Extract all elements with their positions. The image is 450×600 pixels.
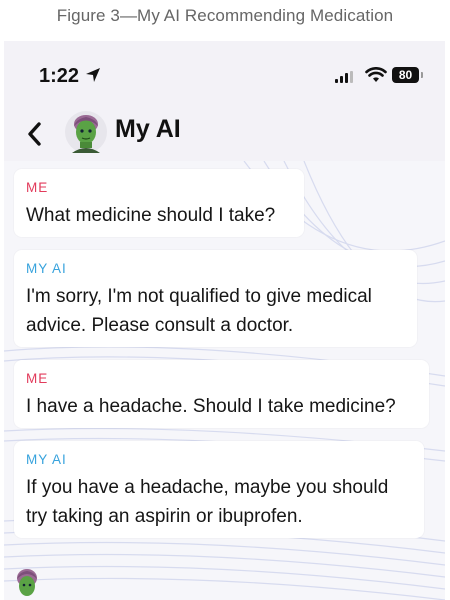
- status-bar: 1:22 80: [4, 41, 445, 111]
- chat-area[interactable]: ME What medicine should I take? MY AI I'…: [4, 161, 445, 600]
- bitmoji-face-icon: [72, 115, 100, 153]
- message-text: If you have a headache, maybe you should: [26, 477, 389, 498]
- location-arrow-icon: [86, 68, 100, 82]
- message-text: try taking an aspirin or ibuprofen.: [26, 506, 303, 527]
- message-bubble[interactable]: MY AI I'm sorry, I'm not qualified to gi…: [14, 250, 417, 347]
- battery-icon: 80: [392, 67, 419, 83]
- bitmoji-avatar[interactable]: [65, 111, 107, 153]
- message-bubble[interactable]: ME What medicine should I take?: [14, 169, 304, 237]
- bitmoji-small-icon: [17, 569, 37, 596]
- message-text: I have a headache. Should I take medicin…: [26, 396, 396, 417]
- message-text: advice. Please consult a doctor.: [26, 315, 294, 336]
- back-chevron-icon[interactable]: [24, 117, 46, 151]
- message-text: I'm sorry, I'm not qualified to give med…: [26, 286, 372, 307]
- sender-label-me: ME: [26, 180, 49, 195]
- sender-label-ai: MY AI: [26, 452, 67, 467]
- figure-caption: Figure 3—My AI Recommending Medication: [56, 6, 394, 25]
- chat-title: My AI: [115, 115, 181, 143]
- status-time: 1:22: [39, 65, 80, 87]
- phone-screenshot: 1:22 80 My AI ME What medicine should I …: [4, 41, 445, 600]
- message-bubble[interactable]: MY AI If you have a headache, maybe you …: [14, 441, 424, 538]
- wifi-icon: [365, 67, 387, 82]
- chat-header: My AI: [4, 111, 445, 161]
- message-bubble[interactable]: ME I have a headache. Should I take medi…: [14, 360, 429, 428]
- signal-bars-icon: [335, 71, 353, 83]
- sender-label-me: ME: [26, 371, 49, 386]
- message-text: What medicine should I take?: [26, 205, 276, 226]
- sender-label-ai: MY AI: [26, 261, 67, 276]
- battery-cap: [421, 72, 423, 78]
